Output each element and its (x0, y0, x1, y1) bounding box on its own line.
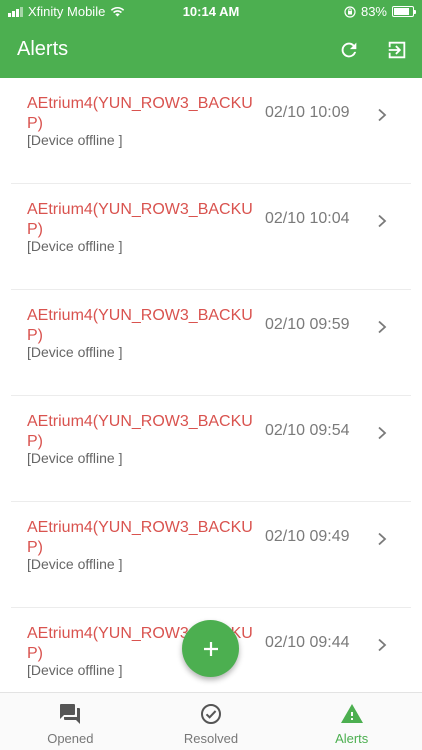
list-item[interactable]: AEtrium4(YUN_ROW3_BACKUP) [Device offlin… (0, 184, 422, 290)
list-item[interactable]: AEtrium4(YUN_ROW3_BACKUP) [Device offlin… (0, 78, 422, 184)
list-item[interactable]: AEtrium4(YUN_ROW3_BACKUP) [Device offlin… (0, 396, 422, 502)
alert-device-name: AEtrium4(YUN_ROW3_BACKUP) (27, 201, 253, 238)
orientation-lock-icon (344, 5, 356, 18)
alert-time: 02/10 09:54 (265, 422, 350, 439)
chevron-right-icon (378, 214, 387, 228)
chevron-right-icon (378, 638, 387, 652)
alert-device-name: AEtrium4(YUN_ROW3_BACKUP) (27, 307, 253, 344)
chevron-right-icon (378, 320, 387, 334)
battery-percent: 83% (360, 4, 387, 19)
chat-icon (60, 704, 81, 724)
list-item[interactable]: AEtrium4(YUN_ROW3_BACKUP) [Device offlin… (0, 290, 422, 396)
tab-alerts[interactable]: Alerts (281, 693, 422, 750)
logout-icon (388, 41, 406, 59)
plus-icon (203, 641, 218, 656)
alert-description: [Device offline ] (27, 662, 123, 678)
bottom-navigation: Opened Resolved Alerts (0, 692, 422, 750)
alert-time: 02/10 10:09 (265, 104, 350, 121)
tab-resolved[interactable]: Resolved (141, 693, 282, 750)
alert-time: 02/10 10:04 (265, 210, 350, 227)
status-bar: Xfinity Mobile 10:14 AM 83% (0, 0, 422, 22)
page-title: Alerts (17, 38, 69, 60)
alert-time: 02/10 09:49 (265, 528, 350, 545)
check-circle-icon (201, 704, 221, 724)
alert-description: [Device offline ] (27, 344, 123, 360)
alert-description: [Device offline ] (27, 238, 123, 254)
logout-button[interactable] (385, 38, 409, 62)
refresh-button[interactable] (337, 38, 361, 62)
add-button[interactable] (182, 620, 239, 677)
warning-icon (340, 704, 363, 723)
tab-label: Alerts (335, 731, 369, 746)
alert-device-name: AEtrium4(YUN_ROW3_BACKUP) (27, 95, 253, 132)
tab-label: Opened (47, 731, 94, 746)
alert-description: [Device offline ] (27, 132, 123, 148)
list-item[interactable]: AEtrium4(YUN_ROW3_BACKUP) [Device offlin… (0, 502, 422, 608)
alerts-list: AEtrium4(YUN_ROW3_BACKUP) [Device offlin… (0, 78, 422, 692)
alert-description: [Device offline ] (27, 556, 123, 572)
battery-icon (392, 6, 416, 17)
alert-device-name: AEtrium4(YUN_ROW3_BACKUP) (27, 519, 253, 556)
refresh-icon (341, 42, 357, 58)
tab-label: Resolved (183, 731, 239, 746)
chevron-right-icon (378, 426, 387, 440)
chevron-right-icon (378, 108, 387, 122)
alert-time: 02/10 09:44 (265, 634, 350, 651)
tab-opened[interactable]: Opened (0, 693, 141, 750)
alert-description: [Device offline ] (27, 450, 123, 466)
alert-time: 02/10 09:59 (265, 316, 350, 333)
chevron-right-icon (378, 532, 387, 546)
app-bar: Xfinity Mobile 10:14 AM 83% Alerts (0, 0, 422, 78)
alert-device-name: AEtrium4(YUN_ROW3_BACKUP) (27, 413, 253, 450)
